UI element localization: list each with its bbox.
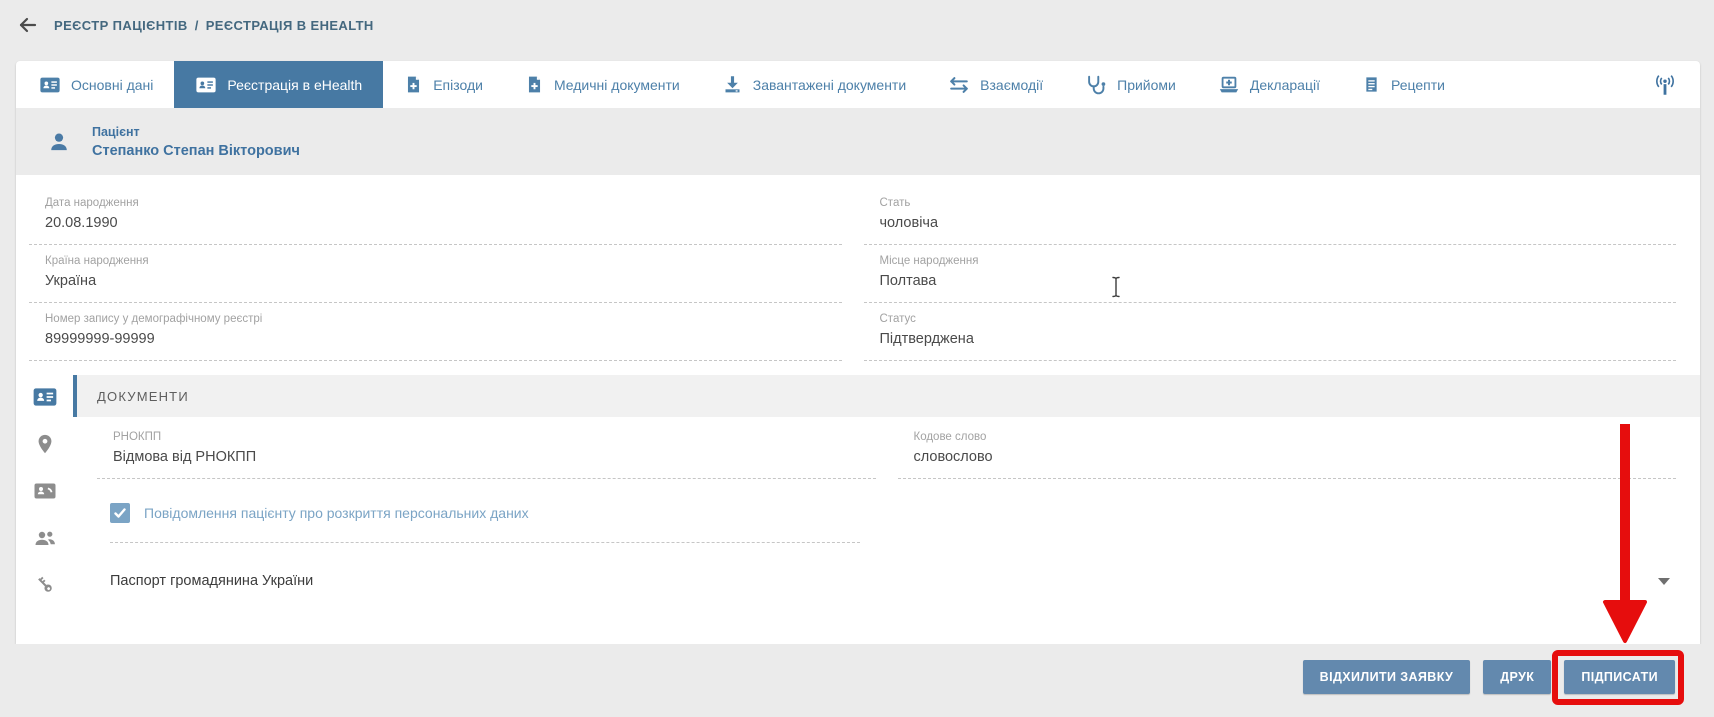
sidebar-item-documents[interactable] bbox=[32, 384, 58, 410]
field-label: Статус bbox=[880, 313, 1677, 325]
print-button[interactable]: ДРУК bbox=[1483, 660, 1551, 694]
laptop-plus-icon bbox=[1218, 74, 1240, 96]
field-label: Кодове слово bbox=[914, 431, 1677, 443]
tab-prescriptions[interactable]: Рецепти bbox=[1341, 61, 1466, 108]
field-label: Дата народження bbox=[45, 197, 842, 209]
field-label: Стать bbox=[880, 197, 1677, 209]
download-icon bbox=[722, 74, 743, 95]
documents-section-header: ДОКУМЕНТИ bbox=[73, 375, 1700, 417]
tab-medical-documents[interactable]: Медичні документи bbox=[504, 61, 701, 108]
contact-card-phone-icon bbox=[33, 479, 57, 503]
tab-label: Завантажені документи bbox=[753, 77, 906, 93]
patient-name: Степанко Степан Вікторович bbox=[92, 143, 300, 159]
field-rnokpp: РНОКПП Відмова від РНОКПП bbox=[97, 421, 876, 479]
section-sidebar bbox=[16, 375, 73, 644]
passport-accordion[interactable]: Паспорт громадянина України bbox=[110, 573, 1676, 589]
tab-label: Медичні документи bbox=[554, 77, 680, 93]
field-label: РНОКПП bbox=[113, 431, 876, 443]
field-label: Номер запису у демографічному реєстрі bbox=[45, 313, 842, 325]
id-card-icon bbox=[195, 74, 217, 96]
field-value: Відмова від РНОКПП bbox=[113, 449, 876, 465]
patient-header: Пацієнт Степанко Степан Вікторович bbox=[16, 108, 1700, 175]
reject-application-button[interactable]: ВІДХИЛИТИ ЗАЯВКУ bbox=[1303, 660, 1471, 694]
field-value: 89999999-99999 bbox=[45, 331, 842, 347]
field-value: Полтава bbox=[880, 273, 1677, 289]
tab-label: Декларації bbox=[1250, 77, 1320, 93]
map-pin-icon bbox=[34, 433, 56, 455]
field-value: Україна bbox=[45, 273, 842, 289]
field-birth-country: Країна народження Україна bbox=[29, 245, 842, 303]
field-label: Країна народження bbox=[45, 255, 842, 267]
field-birth-place: Місце народження Полтава bbox=[864, 245, 1677, 303]
tab-bar: Основні дані Реєстрація в eHealth Епізод… bbox=[16, 61, 1700, 108]
field-value: словослово bbox=[914, 449, 1677, 465]
tab-label: Прийоми bbox=[1117, 77, 1176, 93]
arrow-left-icon bbox=[16, 13, 40, 37]
tab-interactions[interactable]: Взаємодії bbox=[927, 61, 1064, 108]
tab-uploaded-documents[interactable]: Завантажені документи bbox=[701, 61, 927, 108]
tab-label: Реєстрація в eHealth bbox=[227, 77, 362, 93]
key-icon bbox=[34, 574, 56, 596]
tab-main-data[interactable]: Основні дані bbox=[18, 61, 174, 108]
field-status: Статус Підтверджена bbox=[864, 303, 1677, 361]
screen: РЕЄСТР ПАЦІЄНТІВ / РЕЄСТРАЦІЯ В EHEALTH … bbox=[0, 0, 1714, 717]
id-card-icon bbox=[32, 384, 58, 410]
tab-ehealth-registration[interactable]: Реєстрація в eHealth bbox=[174, 61, 383, 108]
main-card: Основні дані Реєстрація в eHealth Епізод… bbox=[16, 61, 1700, 644]
chevron-down-icon[interactable] bbox=[1658, 578, 1670, 585]
field-birth-date: Дата народження 20.08.1990 bbox=[29, 187, 842, 245]
sidebar-item-relatives[interactable] bbox=[32, 525, 58, 551]
action-bar: ВІДХИЛИТИ ЗАЯВКУ ДРУК ПІДПИСАТИ bbox=[0, 644, 1714, 717]
tab-label: Взаємодії bbox=[980, 77, 1043, 93]
breadcrumb-separator: / bbox=[195, 18, 199, 33]
connection-status[interactable] bbox=[1630, 61, 1700, 108]
arrows-exchange-icon bbox=[948, 74, 970, 96]
tab-appointments[interactable]: Прийоми bbox=[1064, 61, 1197, 108]
back-button[interactable] bbox=[15, 12, 41, 38]
sign-button[interactable]: ПІДПИСАТИ bbox=[1564, 660, 1675, 694]
breadcrumb: РЕЄСТР ПАЦІЄНТІВ / РЕЄСТРАЦІЯ В EHEALTH bbox=[0, 0, 1714, 50]
check-icon bbox=[113, 506, 127, 520]
document-plus-icon bbox=[404, 75, 423, 94]
receipt-icon bbox=[1362, 75, 1381, 94]
sidebar-item-addresses[interactable] bbox=[32, 431, 58, 457]
tab-label: Епізоди bbox=[433, 77, 483, 93]
consent-checkbox[interactable] bbox=[110, 503, 130, 523]
sidebar-item-contacts[interactable] bbox=[32, 478, 58, 504]
field-registry-number: Номер запису у демографічному реєстрі 89… bbox=[29, 303, 842, 361]
breadcrumb-parent[interactable]: РЕЄСТР ПАЦІЄНТІВ bbox=[54, 18, 188, 33]
documents-section: ДОКУМЕНТИ РНОКПП Відмова від РНОКПП Кодо… bbox=[73, 375, 1700, 644]
broadcast-icon bbox=[1652, 72, 1678, 98]
document-plus-icon bbox=[525, 75, 544, 94]
tab-episodes[interactable]: Епізоди bbox=[383, 61, 504, 108]
field-gender: Стать чоловіча bbox=[864, 187, 1677, 245]
tab-label: Рецепти bbox=[1391, 77, 1445, 93]
patient-form: Дата народження 20.08.1990 Стать чоловіч… bbox=[16, 175, 1700, 361]
consent-label: Повідомлення пацієнту про розкриття перс… bbox=[144, 505, 529, 521]
person-icon bbox=[46, 129, 72, 155]
field-code-word: Кодове слово словослово bbox=[898, 421, 1677, 479]
breadcrumb-current: РЕЄСТРАЦІЯ В EHEALTH bbox=[206, 18, 374, 33]
passport-label: Паспорт громадянина України bbox=[110, 573, 313, 589]
stethoscope-icon bbox=[1085, 74, 1107, 96]
tab-label: Основні дані bbox=[71, 77, 153, 93]
field-value: Підтверджена bbox=[880, 331, 1677, 347]
id-card-icon bbox=[39, 74, 61, 96]
field-value: 20.08.1990 bbox=[45, 215, 842, 231]
sidebar-item-authentication[interactable] bbox=[32, 572, 58, 598]
people-icon bbox=[33, 526, 57, 550]
documents-title: ДОКУМЕНТИ bbox=[97, 389, 189, 404]
consent-row[interactable]: Повідомлення пацієнту про розкриття перс… bbox=[110, 503, 860, 543]
field-label: Місце народження bbox=[880, 255, 1677, 267]
patient-label: Пацієнт bbox=[92, 125, 300, 139]
field-value: чоловіча bbox=[880, 215, 1677, 231]
tab-declarations[interactable]: Декларації bbox=[1197, 61, 1341, 108]
